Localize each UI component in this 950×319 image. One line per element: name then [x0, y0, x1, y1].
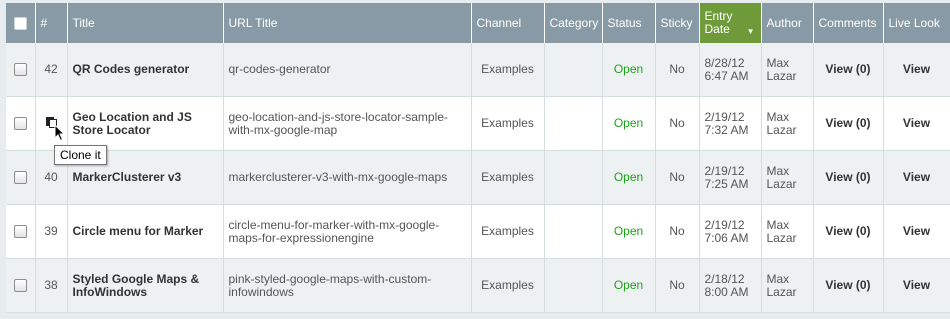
entry-live-look-link[interactable]: View — [883, 258, 950, 313]
column-header-channel[interactable]: Channel — [471, 3, 545, 43]
entry-url-title: geo-location-and-js-store-locator-sample… — [223, 96, 472, 151]
entry-status: Open — [602, 96, 656, 151]
column-header-author[interactable]: Author — [761, 3, 814, 43]
entry-comments-link[interactable]: View (0) — [813, 204, 884, 259]
row-checkbox[interactable] — [13, 225, 27, 239]
entry-live-look-link[interactable]: View — [883, 204, 950, 259]
entry-category — [544, 150, 603, 205]
entry-author: Max Lazar — [761, 150, 814, 205]
entry-live-look-link[interactable]: View — [883, 150, 950, 205]
entry-id: 38 — [35, 258, 68, 313]
entry-url-title: pink-styled-google-maps-with-custom-info… — [223, 258, 472, 313]
column-header-title[interactable]: Title — [67, 3, 224, 43]
entry-sticky: No — [655, 258, 700, 313]
entry-comments-link[interactable]: View (0) — [813, 150, 884, 205]
entry-channel: Examples — [471, 204, 545, 259]
column-header-sticky[interactable]: Sticky — [655, 3, 700, 43]
row-checkbox-cell — [6, 204, 36, 259]
column-header-live-look[interactable]: Live Look — [883, 3, 950, 43]
entry-channel: Examples — [471, 96, 545, 151]
entry-date: 2/19/12 7:06 AM — [699, 204, 762, 259]
select-all-checkbox[interactable] — [13, 16, 27, 30]
entry-author: Max Lazar — [761, 258, 814, 313]
row-checkbox-cell — [6, 150, 36, 205]
row-checkbox[interactable] — [13, 279, 27, 293]
table-header-row: # Title URL Title Channel Category Statu… — [6, 3, 950, 43]
mouse-pointer-icon — [54, 124, 66, 142]
entry-id: 39 — [35, 204, 68, 259]
entry-live-look-link[interactable]: View — [883, 43, 950, 97]
entry-sticky: No — [655, 204, 700, 259]
entry-sticky: No — [655, 150, 700, 205]
entry-date-header-label: Entry Date — [704, 9, 733, 36]
entry-sticky: No — [655, 43, 700, 97]
entry-status: Open — [602, 43, 656, 97]
entry-comments-link[interactable]: View (0) — [813, 96, 884, 151]
row-checkbox[interactable] — [13, 171, 27, 185]
entry-url-title: qr-codes-generator — [223, 43, 472, 97]
entry-author: Max Lazar — [761, 43, 814, 97]
entry-date: 8/28/12 6:47 AM — [699, 43, 762, 97]
column-header-category[interactable]: Category — [544, 3, 603, 43]
entry-url-title: markerclusterer-v3-with-mx-google-maps — [223, 150, 472, 205]
row-checkbox-cell — [6, 96, 36, 151]
entry-category — [544, 43, 603, 97]
entry-date: 2/19/12 7:25 AM — [699, 150, 762, 205]
column-header-status[interactable]: Status — [602, 3, 656, 43]
column-header-id[interactable]: # — [35, 3, 68, 43]
entry-channel: Examples — [471, 43, 545, 97]
table-row: 40 MarkerClusterer v3 markerclusterer-v3… — [6, 150, 950, 205]
entry-title-link[interactable]: Circle menu for Marker — [67, 204, 224, 259]
entry-title-link[interactable]: QR Codes generator — [67, 43, 224, 97]
column-header-entry-date[interactable]: Entry Date ▼ — [699, 3, 762, 43]
table-row: Geo Location and JS Store Locator geo-lo… — [6, 96, 950, 151]
entry-status: Open — [602, 258, 656, 313]
entry-sticky: No — [655, 96, 700, 151]
column-header-comments[interactable]: Comments — [813, 3, 884, 43]
sort-down-icon: ▼ — [746, 27, 755, 36]
entry-category — [544, 258, 603, 313]
entry-status: Open — [602, 204, 656, 259]
table-row: 42 QR Codes generator qr-codes-generator… — [6, 43, 950, 97]
entry-status: Open — [602, 150, 656, 205]
column-header-url-title[interactable]: URL Title — [223, 3, 472, 43]
entry-channel: Examples — [471, 150, 545, 205]
row-checkbox-cell — [6, 43, 36, 97]
table-row: 38 Styled Google Maps & InfoWindows pink… — [6, 258, 950, 313]
entry-date: 2/18/12 8:00 AM — [699, 258, 762, 313]
entry-title-link[interactable]: Geo Location and JS Store Locator — [67, 96, 224, 151]
row-checkbox-cell — [6, 258, 36, 313]
entry-id: 42 — [35, 43, 68, 97]
row-checkbox[interactable] — [13, 63, 27, 77]
entry-url-title: circle-menu-for-marker-with-mx-google-ma… — [223, 204, 472, 259]
entry-author: Max Lazar — [761, 96, 814, 151]
entries-table: # Title URL Title Channel Category Statu… — [6, 3, 950, 313]
select-all-checkbox-cell[interactable] — [6, 3, 36, 43]
clone-tooltip: Clone it — [54, 145, 107, 165]
entry-date: 2/19/12 7:32 AM — [699, 96, 762, 151]
entry-channel: Examples — [471, 258, 545, 313]
table-row: 39 Circle menu for Marker circle-menu-fo… — [6, 204, 950, 259]
entry-comments-link[interactable]: View (0) — [813, 43, 884, 97]
entry-category — [544, 204, 603, 259]
entry-comments-link[interactable]: View (0) — [813, 258, 884, 313]
entry-author: Max Lazar — [761, 204, 814, 259]
entry-category — [544, 96, 603, 151]
entry-title-link[interactable]: Styled Google Maps & InfoWindows — [67, 258, 224, 313]
row-checkbox[interactable] — [13, 117, 27, 131]
entry-live-look-link[interactable]: View — [883, 96, 950, 151]
